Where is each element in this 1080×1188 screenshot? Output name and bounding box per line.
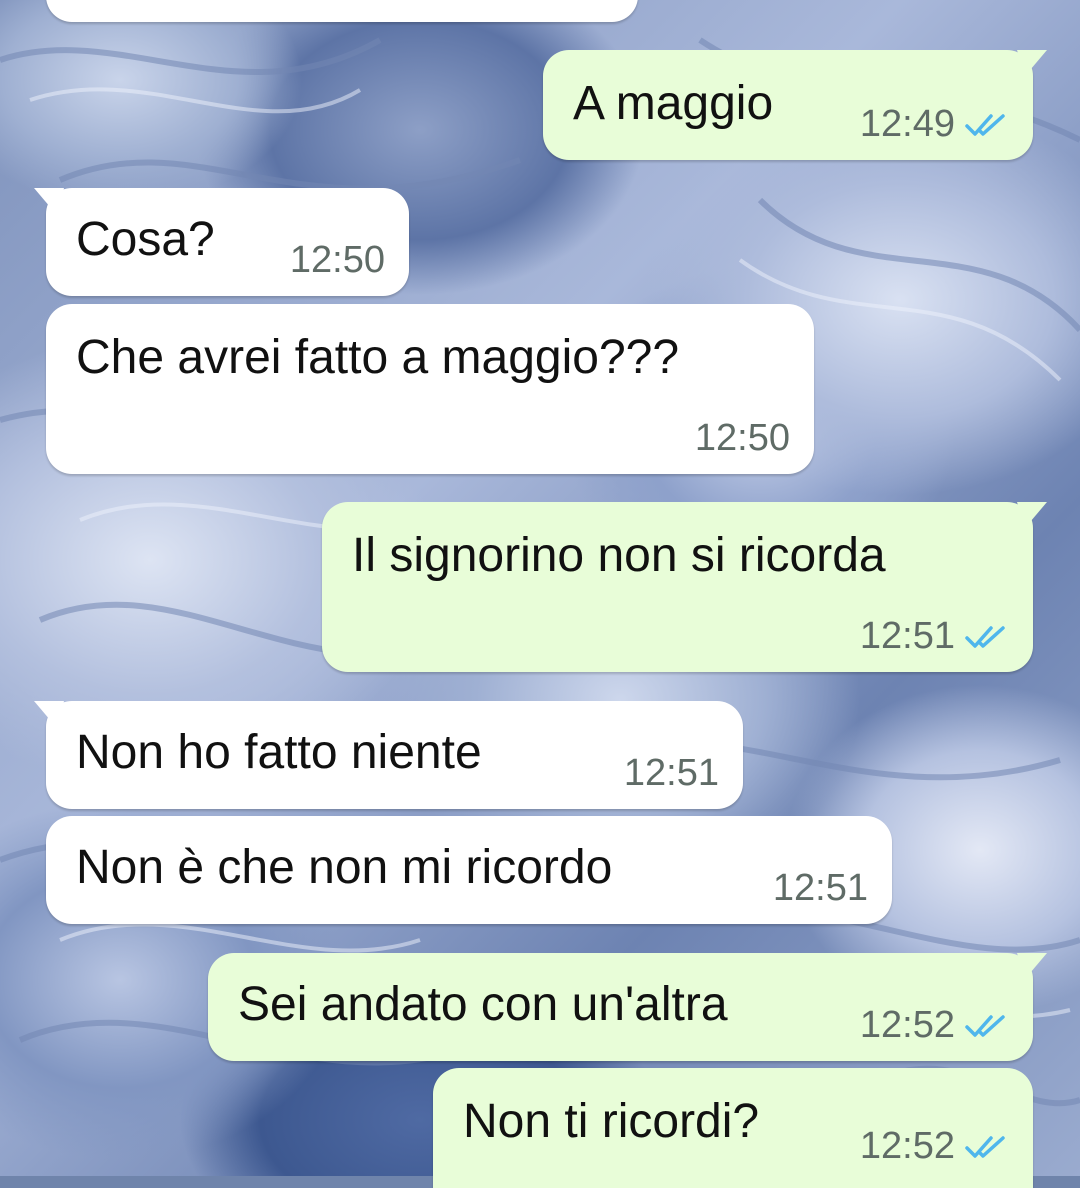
message-text: Il signorino non si ricorda [352,529,886,582]
message-bubble-outgoing[interactable]: A maggio 12:49 [543,50,1047,160]
message-text: Non ho fatto niente [76,726,482,779]
message-text: Cosa? [76,213,215,266]
message-time: 12:51 [623,752,719,794]
message-bubble-incoming[interactable]: Che avrei fatto a maggio??? 12:50 [46,304,814,474]
message-text: Che avrei fatto a maggio??? [76,331,680,384]
message-text: Sei andato con un'altra [238,978,728,1031]
message-bubble-incoming[interactable]: Non è che non mi ricordo 12:51 [46,816,892,924]
message-time: 12:50 [289,239,385,281]
message-meta: 12:52 [860,1004,1009,1047]
message-meta: 12:51 [773,867,868,910]
message-text: Non è che non mi ricordo [76,841,613,894]
message-bubble-incoming[interactable]: Cosa? 12:50 [34,188,409,296]
message-time: 12:49 [859,103,955,145]
bubble-tail [1017,502,1047,528]
message-time: 12:52 [859,1125,955,1167]
message-time: 12:50 [694,417,790,459]
message-meta: 12:49 [860,103,1009,146]
bubble-tail [1017,953,1047,979]
message-time: 12:51 [772,867,868,909]
message-meta: 12:52 [860,1125,1009,1168]
message-meta: 12:50 [290,239,385,282]
message-time: 12:52 [859,1004,955,1046]
message-meta: 12:51 [860,615,1009,658]
message-bubble-incoming[interactable]: Non ho fatto niente 12:51 [34,701,743,809]
double-check-icon [965,625,1005,648]
message-text: Non ti ricordi? [463,1095,760,1148]
previous-message-bubble-partial [46,0,638,22]
message-bubble-outgoing[interactable]: Il signorino non si ricorda 12:51 [322,502,1047,672]
bubble-tail [34,188,64,214]
message-text: A maggio [573,77,774,130]
bubble-tail [34,701,64,727]
double-check-icon [965,113,1005,136]
double-check-icon [965,1135,1005,1158]
double-check-icon [965,1014,1005,1037]
message-meta: 12:51 [624,752,719,795]
message-bubble-outgoing[interactable]: Sei andato con un'altra 12:52 [208,953,1047,1061]
message-bubble-outgoing[interactable]: Non ti ricordi? 12:52 [433,1068,1033,1188]
bubble-tail [1017,50,1047,76]
message-time: 12:51 [859,615,955,657]
message-meta: 12:50 [695,417,790,460]
